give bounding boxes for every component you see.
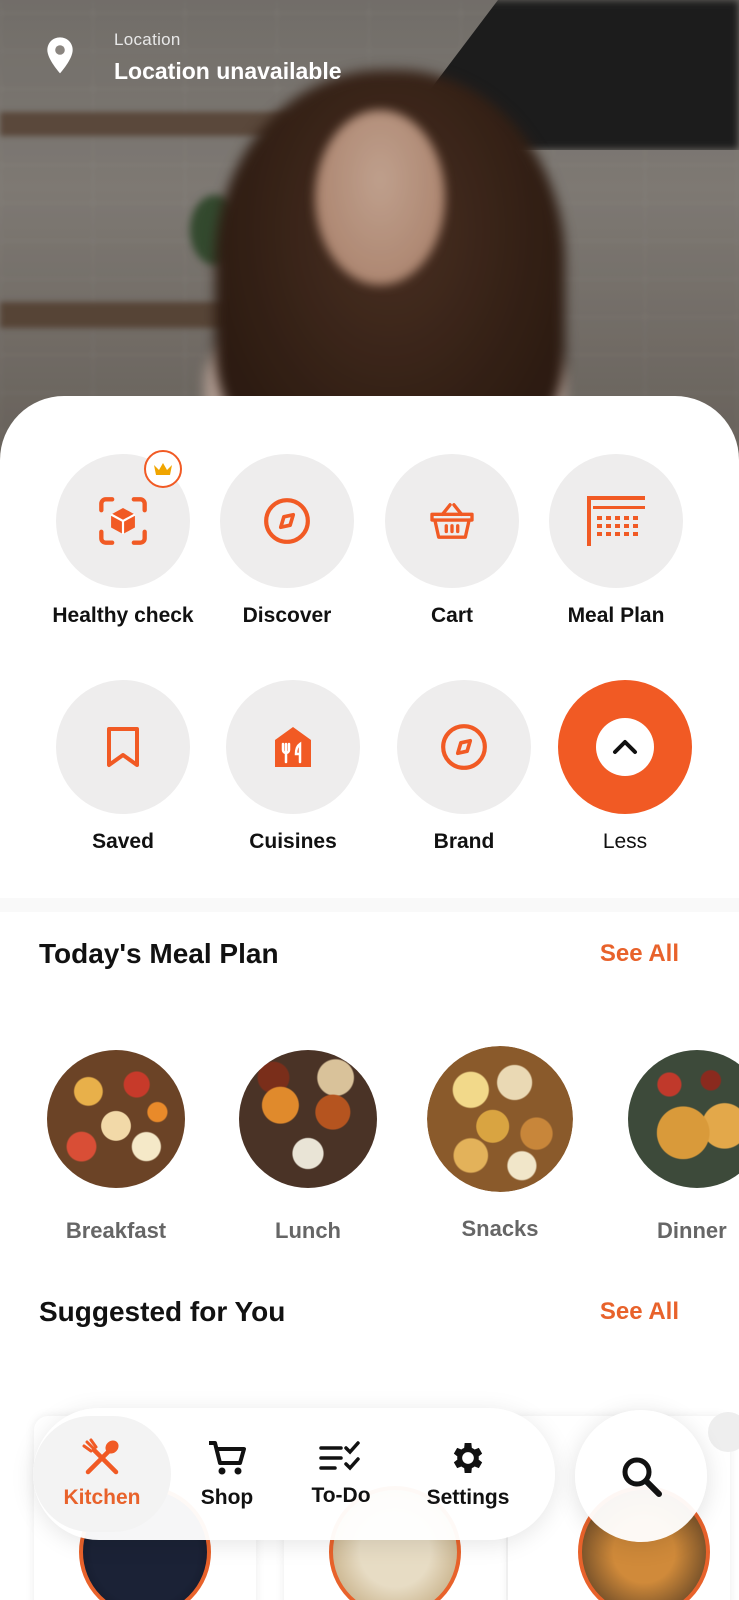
meal-item-snacks[interactable]: Snacks [415,1046,585,1242]
category-label: Less [602,830,648,853]
gear-icon [453,1443,483,1473]
category-label: Cart [430,604,473,627]
search-button[interactable] [575,1410,707,1542]
meal-label: Dinner [657,1218,727,1243]
category-label: Healthy check [52,604,194,627]
meal-label: Lunch [275,1218,341,1243]
see-all-link[interactable]: See All [600,940,679,968]
basket-icon [430,503,474,539]
breakfast-photo [47,1050,185,1188]
category-cart[interactable]: Cart [377,454,527,628]
section-title: Today's Meal Plan [39,938,279,969]
nav-label: To-Do [311,1484,371,1507]
meal-item-dinner[interactable]: Dinner [608,1050,739,1244]
meal-plan-header: Today's Meal Plan See All [39,938,679,970]
section-divider [0,898,739,912]
dinner-photo [628,1050,739,1188]
calendar-grid-icon [587,496,645,546]
fork-spoon-icon [82,1438,119,1475]
nav-label: Kitchen [63,1486,141,1509]
location-selector[interactable]: Location Location unavailable [44,30,342,85]
nav-item-kitchen[interactable]: Kitchen [33,1408,171,1540]
cart-icon [209,1441,246,1475]
meal-item-breakfast[interactable]: Breakfast [31,1050,201,1244]
category-label: Meal Plan [567,604,665,627]
see-all-link[interactable]: See All [600,1298,679,1326]
section-title: Suggested for You [39,1296,286,1327]
nav-label: Shop [200,1486,254,1509]
nav-item-settings[interactable]: Settings [413,1408,523,1540]
meal-label: Breakfast [65,1218,167,1243]
bookmark-icon [107,727,139,767]
category-label: Brand [433,830,495,853]
nav-label: Settings [426,1486,510,1509]
scan-box-icon [99,497,147,545]
nav-item-shop[interactable]: Shop [183,1408,271,1540]
bottom-nav: Kitchen Shop To-Do Settings [33,1408,555,1540]
compass-icon [441,724,487,770]
premium-badge [144,450,182,488]
category-saved[interactable]: Saved [48,680,198,854]
location-value: Location unavailable [114,58,342,84]
search-icon [622,1457,662,1497]
chevron-up-icon [613,740,637,754]
nav-item-todo[interactable]: To-Do [291,1408,391,1540]
lunch-photo [239,1050,377,1188]
map-pin-icon [47,37,73,74]
category-label: Discover [242,604,332,627]
crown-icon [154,463,172,475]
category-cuisines[interactable]: Cuisines [218,680,368,854]
checklist-icon [319,1441,360,1471]
meal-label: Snacks [461,1216,539,1241]
compass-icon [264,498,310,544]
category-label: Saved [92,830,154,853]
restaurant-house-icon [275,727,311,767]
category-meal-plan[interactable]: Meal Plan [541,454,691,628]
category-healthy-check[interactable]: Healthy check [48,450,198,628]
category-discover[interactable]: Discover [212,454,362,628]
location-label: Location [114,30,181,49]
less-toggle-button[interactable]: Less [550,680,700,854]
snacks-photo [427,1046,573,1192]
suggested-header: Suggested for You See All [39,1296,679,1328]
category-brand[interactable]: Brand [389,680,539,854]
meal-item-lunch[interactable]: Lunch [223,1050,393,1244]
category-label: Cuisines [249,830,337,853]
